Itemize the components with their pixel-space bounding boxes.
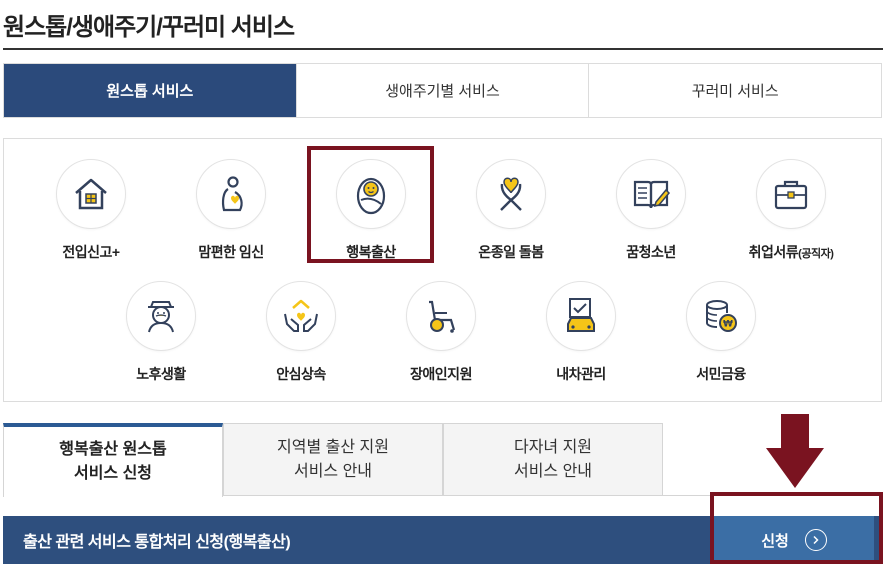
tab-onestop-service[interactable]: 원스톱 서비스: [4, 64, 296, 117]
service-label: 행복출산: [346, 244, 396, 260]
baby-icon: [336, 159, 406, 229]
service-item-birth[interactable]: 행복출산: [311, 159, 431, 262]
elderly-icon: [126, 281, 196, 351]
service-label: 내차관리: [556, 366, 606, 382]
ribbon-heart-icon: [476, 159, 546, 229]
service-item-move-in[interactable]: 전입신고+: [31, 159, 151, 262]
hands-house-icon: [266, 281, 336, 351]
service-item-disability[interactable]: 장애인지원: [381, 281, 501, 384]
apply-button[interactable]: 신청: [714, 516, 874, 564]
pregnancy-icon: [196, 159, 266, 229]
svg-text:₩: ₩: [723, 320, 733, 330]
briefcase-icon: [756, 159, 826, 229]
apply-bar: 출산 관련 서비스 통합처리 신청(행복출산) 신청: [3, 516, 882, 564]
service-label: 서민금융: [696, 366, 746, 382]
service-label: 취업서류(공직자): [748, 244, 834, 260]
apply-button-label: 신청: [761, 532, 789, 550]
subtab-regional-birth-support[interactable]: 지역별 출산 지원 서비스 안내: [223, 423, 443, 496]
service-label: 장애인지원: [410, 366, 472, 382]
service-item-employment-docs[interactable]: 취업서류(공직자): [731, 159, 851, 262]
book-pen-icon: [616, 159, 686, 229]
main-tabs: 원스톱 서비스 생애주기별 서비스 꾸러미 서비스: [3, 63, 882, 118]
service-item-pregnancy[interactable]: 맘편한 임신: [171, 159, 291, 262]
service-label: 전입신고+: [62, 244, 120, 260]
chevron-right-icon: [804, 529, 827, 551]
service-label: 노후생활: [136, 366, 186, 382]
subtab-divider: [224, 495, 882, 496]
page-title: 원스톱/생애주기/꾸러미 서비스: [3, 14, 295, 41]
tab-lifecycle-service[interactable]: 생애주기별 서비스: [295, 64, 589, 117]
down-arrow-icon: [766, 414, 824, 488]
tab-package-service[interactable]: 꾸러미 서비스: [588, 64, 882, 117]
service-item-my-car[interactable]: 내차관리: [521, 281, 641, 384]
sub-tabs: 행복출산 원스톱 서비스 신청 지역별 출산 지원 서비스 안내 다자녀 지원 …: [3, 423, 663, 497]
service-item-youth[interactable]: 꿈청소년: [591, 159, 711, 262]
service-item-care[interactable]: 온종일 돌봄: [451, 159, 571, 262]
service-label: 온종일 돌봄: [478, 244, 544, 260]
coins-icon: ₩: [686, 281, 756, 351]
service-label: 꿈청소년: [626, 244, 676, 260]
house-icon: [56, 159, 126, 229]
service-label: 안심상속: [276, 366, 326, 382]
title-divider: [3, 48, 883, 50]
service-grid: 전입신고+ 맘편한 임신 행복출산 온종일 돌봄 꿈청소년 취업서류(공직자): [3, 138, 882, 402]
service-item-inheritance[interactable]: 안심상속: [241, 281, 361, 384]
car-document-icon: [546, 281, 616, 351]
service-item-senior[interactable]: 노후생활: [101, 281, 221, 384]
wheelchair-icon: [406, 281, 476, 351]
service-label: 맘편한 임신: [198, 244, 264, 260]
subtab-birth-onestop-apply[interactable]: 행복출산 원스톱 서비스 신청: [3, 423, 223, 497]
subtab-multichild-support[interactable]: 다자녀 지원 서비스 안내: [443, 423, 663, 496]
apply-description: 출산 관련 서비스 통합처리 신청(행복출산): [23, 534, 291, 551]
service-item-finance[interactable]: ₩ 서민금융: [661, 281, 781, 384]
